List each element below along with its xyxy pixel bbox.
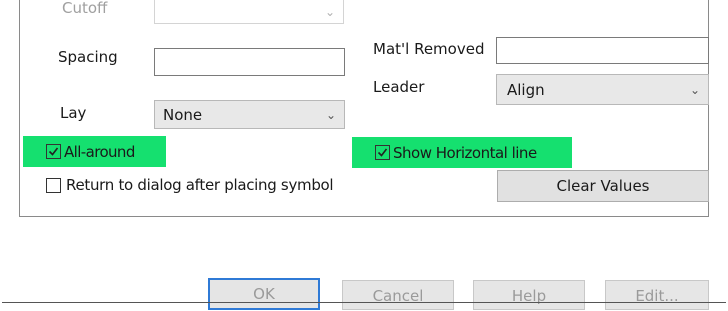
leader-label: Leader (373, 78, 425, 96)
cutoff-dropdown[interactable]: ⌄ (154, 0, 344, 24)
chevron-down-icon: ⌄ (689, 83, 700, 97)
matl-removed-input[interactable] (496, 37, 709, 64)
leader-dropdown[interactable]: Align ⌄ (496, 74, 709, 105)
checkmark-icon (377, 148, 388, 157)
cutoff-label: Cutoff (62, 0, 108, 17)
surface-finish-dialog: Cutoff ⌄ Spacing Lay None ⌄ Mat'l Remove… (0, 0, 728, 310)
group-frame-left (19, 0, 20, 216)
all-around-label[interactable]: All-around (64, 143, 135, 161)
return-to-dialog-checkbox[interactable] (46, 178, 61, 193)
show-horizontal-line-label[interactable]: Show Horizontal line (393, 144, 537, 162)
lay-value: None (163, 106, 203, 124)
cancel-button[interactable]: Cancel (342, 280, 454, 310)
return-to-dialog-label[interactable]: Return to dialog after placing symbol (66, 176, 334, 194)
matl-removed-label: Mat'l Removed (373, 40, 485, 58)
ok-button[interactable]: OK (208, 278, 320, 310)
show-horizontal-line-checkbox[interactable] (375, 145, 390, 160)
leader-value: Align (507, 81, 545, 99)
checkmark-icon (48, 147, 59, 156)
dialog-bottom-edge (2, 302, 726, 303)
help-button[interactable]: Help (473, 280, 585, 310)
clear-values-button[interactable]: Clear Values (497, 170, 709, 202)
edit-button[interactable]: Edit... (605, 280, 709, 310)
chevron-down-icon: ⌄ (325, 108, 336, 122)
group-frame-bottom (19, 216, 709, 217)
all-around-checkbox[interactable] (46, 144, 61, 159)
lay-label: Lay (60, 104, 87, 122)
chevron-down-icon: ⌄ (324, 5, 335, 19)
lay-dropdown[interactable]: None ⌄ (154, 100, 345, 129)
spacing-label: Spacing (58, 48, 118, 66)
spacing-input[interactable] (154, 48, 345, 76)
